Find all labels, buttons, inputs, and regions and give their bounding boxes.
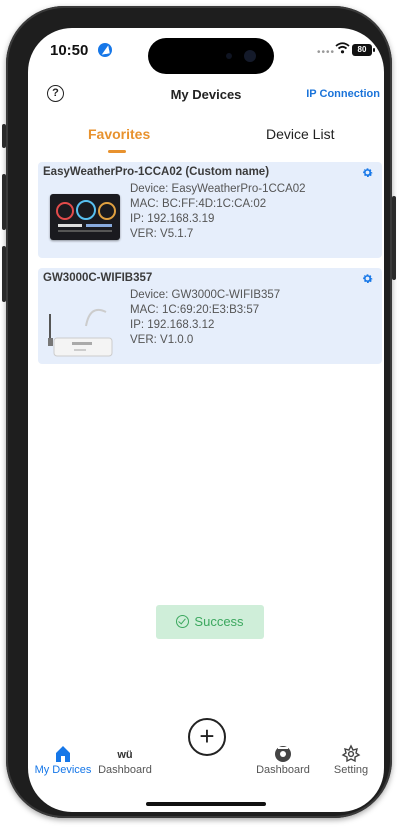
device-ver-line: VER: V1.0.0 [130, 334, 194, 346]
settings-flower-icon [341, 744, 361, 763]
device-title: EasyWeatherPro-1CCA02 (Custom name) [43, 166, 270, 178]
tab-favorites[interactable]: Favorites [88, 126, 150, 142]
device-ver-line: VER: V5.1.7 [130, 228, 194, 240]
device-card[interactable]: GW3000C-WIFIB357 Device: GW3000C-WIFIB35… [38, 268, 382, 364]
tabbar-label: Dashboard [256, 764, 310, 776]
header: ? My Devices IP Connection [28, 78, 384, 112]
tabbar-setting[interactable]: Setting [316, 742, 384, 776]
toast-text: Success [194, 614, 244, 629]
phone-frame: 10:50 •••• 80 ? My Devices IP Connection… [2, 6, 396, 818]
svg-text:wü: wü [116, 749, 132, 761]
device-card[interactable]: EasyWeatherPro-1CCA02 (Custom name) Devi… [38, 162, 382, 258]
tabbar-my-devices[interactable]: My Devices [28, 742, 98, 776]
device-details: Device: GW3000C-WIFIB357 MAC: 1C:69:20:E… [130, 288, 280, 348]
home-icon [56, 746, 70, 762]
gateway-device-image [48, 308, 113, 357]
device-name-line: Device: GW3000C-WIFIB357 [130, 289, 281, 301]
battery-indicator: 80 [352, 44, 375, 56]
device-details: Device: EasyWeatherPro-1CCA02 MAC: BC:FF… [130, 182, 306, 242]
segment-tabs: Favorites Device List [28, 120, 384, 156]
dashboard-gauge-icon [275, 746, 291, 762]
active-tab-indicator [108, 150, 126, 153]
weather-logo-icon: wü [116, 749, 132, 761]
mute-switch [2, 124, 6, 148]
wifi-icon [335, 42, 350, 54]
location-arrow-icon [98, 43, 112, 57]
tabbar-label: Dashboard [98, 764, 152, 776]
cellular-signal-icon: •••• [317, 47, 336, 58]
device-ip-line: IP: 192.168.3.19 [130, 213, 215, 225]
gear-icon[interactable] [361, 166, 374, 179]
device-title: GW3000C-WIFIB357 [43, 272, 153, 284]
volume-up-button [2, 174, 6, 230]
volume-down-button [2, 246, 6, 302]
status-bar: 10:50 •••• 80 [28, 28, 384, 74]
device-ip-line: IP: 192.168.3.12 [130, 319, 215, 331]
tab-device-list[interactable]: Device List [266, 126, 334, 142]
screen: 10:50 •••• 80 ? My Devices IP Connection… [28, 28, 384, 812]
ip-connection-link[interactable]: IP Connection [306, 88, 380, 100]
tabbar-label: Setting [333, 764, 369, 776]
bottom-tab-bar: My Devices wü Dashboard + Dashboard Sett… [28, 718, 384, 788]
weather-display-image [50, 194, 120, 240]
check-circle-icon [176, 615, 190, 628]
home-indicator [146, 802, 266, 806]
tabbar-label: My Devices [34, 764, 92, 776]
status-time: 10:50 [50, 42, 89, 59]
power-button [392, 196, 396, 280]
device-mac-line: MAC: 1C:69:20:E3:B3:57 [130, 304, 260, 316]
dynamic-island [148, 38, 274, 74]
tabbar-dashboard-1[interactable]: wü Dashboard [90, 742, 160, 776]
device-mac-line: MAC: BC:FF:4D:1C:CA:02 [130, 198, 267, 210]
success-toast: Success [156, 605, 264, 639]
tabbar-dashboard-2[interactable]: Dashboard [248, 742, 318, 776]
add-device-button[interactable]: + [188, 718, 226, 756]
gear-icon[interactable] [361, 272, 374, 285]
device-name-line: Device: EasyWeatherPro-1CCA02 [130, 183, 306, 195]
